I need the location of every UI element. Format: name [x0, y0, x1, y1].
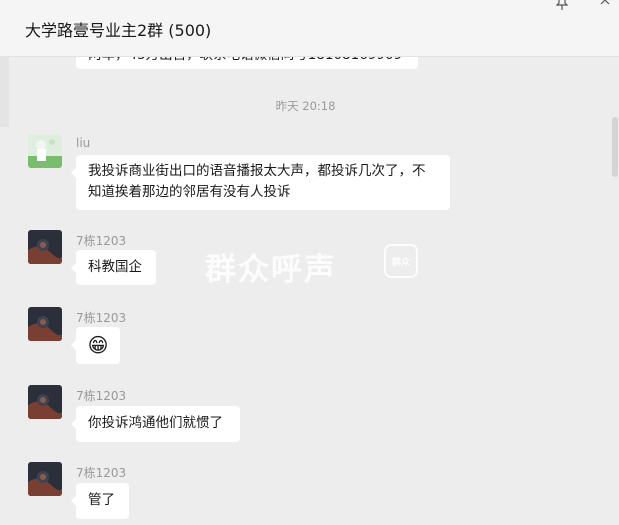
- avatar[interactable]: [28, 462, 62, 496]
- chat-title: 大学路壹号业主2群 (500): [25, 21, 212, 40]
- avatar[interactable]: [28, 230, 62, 264]
- pin-icon[interactable]: [556, 0, 568, 10]
- message-text: 科教国企: [88, 259, 142, 275]
- sender-name: 7栋1203: [76, 234, 127, 248]
- avatar-image: [28, 307, 62, 341]
- scrollbar-thumb[interactable]: [612, 117, 618, 177]
- message-text: 我投诉商业街出口的语音播报太大声，都投诉几次了，不 知道挨着那边的邻居有没有人投…: [88, 163, 426, 200]
- avatar-image: [28, 134, 62, 168]
- watermark-badge-label: 群众: [391, 258, 410, 268]
- message-text: 管了: [88, 492, 115, 508]
- sender-name: 7栋1203: [76, 311, 127, 325]
- avatar[interactable]: [28, 134, 62, 168]
- sender-name: liu: [76, 136, 91, 150]
- left-edge-strip: [0, 57, 9, 127]
- avatar-image: [28, 385, 62, 419]
- avatar-image: [28, 462, 62, 496]
- grinning-face-emoji: 😁: [87, 333, 109, 357]
- partial-message-bubble[interactable]: 两车，45万出售，联系电话微信同号18108169909: [76, 57, 418, 69]
- chat-header: 大学路壹号业主2群 (500): [0, 0, 619, 57]
- scrollbar[interactable]: [611, 57, 619, 525]
- message-feed[interactable]: 两车，45万出售，联系电话微信同号18108169909 昨天 20:18 li…: [0, 57, 611, 525]
- timestamp: 昨天 20:18: [275, 99, 336, 113]
- avatar[interactable]: [28, 385, 62, 419]
- message-bubble[interactable]: 你投诉鸿通他们就惯了: [71, 406, 240, 442]
- watermark-text: 群众呼声: [205, 252, 337, 288]
- message-bubble[interactable]: 管了: [71, 483, 129, 519]
- sender-name: 7栋1203: [76, 466, 127, 480]
- close-icon[interactable]: [600, 0, 610, 10]
- sender-name: 7栋1203: [76, 389, 127, 403]
- partial-message-text: 两车，45万出售，联系电话微信同号18108169909: [88, 57, 406, 66]
- watermark-badge: 群众: [384, 244, 418, 278]
- avatar[interactable]: [28, 307, 62, 341]
- message-text: 你投诉鸿通他们就惯了: [88, 415, 223, 431]
- avatar-image: [28, 230, 62, 264]
- message-bubble[interactable]: 😁: [71, 327, 120, 364]
- message-bubble[interactable]: 我投诉商业街出口的语音播报太大声，都投诉几次了，不 知道挨着那边的邻居有没有人投…: [71, 155, 450, 210]
- message-bubble[interactable]: 科教国企: [71, 250, 156, 285]
